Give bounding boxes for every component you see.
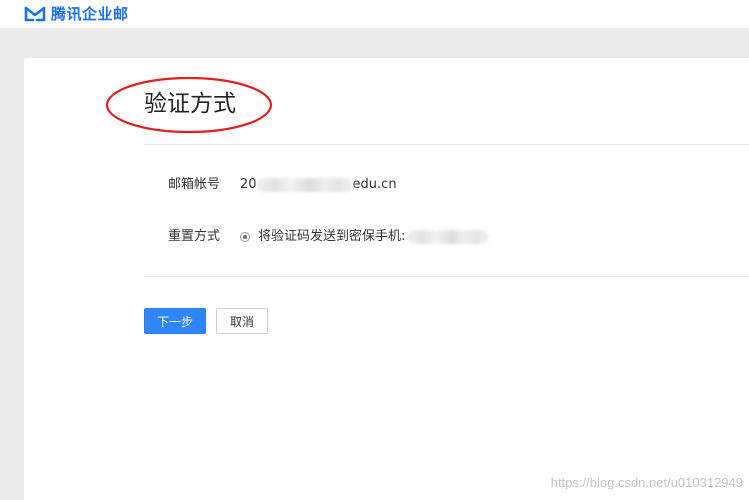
- account-value-suffix: edu.cn: [352, 177, 397, 192]
- watermark-text: https://blog.csdn.net/u010312949: [550, 475, 743, 490]
- app-logo[interactable]: 腾讯企业邮: [24, 5, 129, 23]
- page-title: 验证方式: [144, 91, 236, 117]
- account-label: 邮箱帐号: [168, 177, 221, 192]
- reset-method-option[interactable]: 将验证码发送到密保手机:: [240, 228, 490, 246]
- account-value-prefix: 20: [240, 177, 257, 192]
- divider-bottom: [144, 276, 749, 277]
- reset-method-radio[interactable]: [240, 232, 250, 242]
- main-card: 验证方式 邮箱帐号 20 edu.cn 重置方式 将验证码发送到密保手机: 下一…: [24, 58, 749, 500]
- app-logo-text: 腾讯企业邮: [51, 5, 129, 23]
- reset-method-option-label: 将验证码发送到密保手机:: [258, 229, 406, 244]
- divider-top: [144, 144, 749, 145]
- account-value: 20 edu.cn: [240, 176, 397, 194]
- reset-method-label: 重置方式: [168, 229, 221, 244]
- next-step-button[interactable]: 下一步: [144, 308, 206, 334]
- tencent-mail-logo-icon: [24, 6, 46, 22]
- top-bar: 腾讯企业邮: [0, 0, 749, 28]
- redacted-account-blur: [256, 178, 353, 192]
- redacted-phone-blur: [407, 230, 490, 244]
- cancel-button[interactable]: 取消: [216, 308, 268, 334]
